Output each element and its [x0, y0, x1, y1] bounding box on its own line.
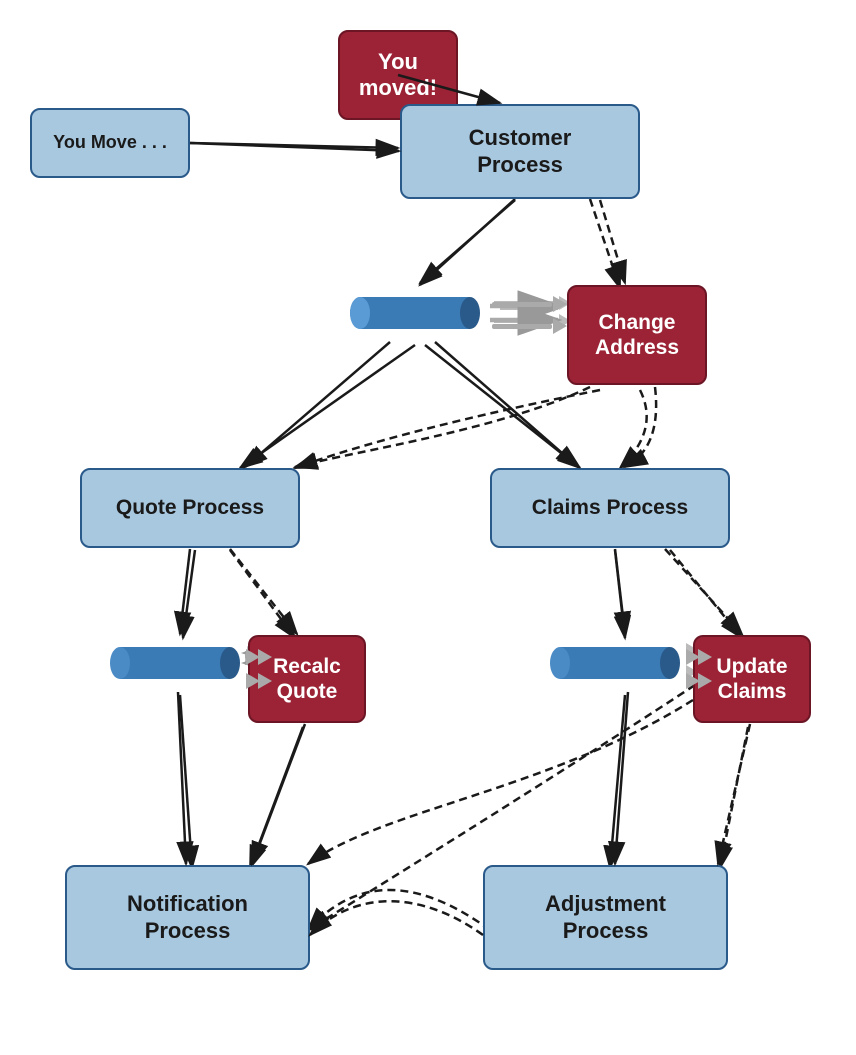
adjustment-process-label: AdjustmentProcess [545, 891, 666, 944]
change-address-box: ChangeAddress [567, 285, 707, 385]
gray-arrows-cyl1 [492, 296, 567, 334]
customer-process-box: CustomerProcess [400, 104, 640, 199]
cylinder-1 [350, 285, 480, 340]
update-claims-label: UpdateClaims [716, 654, 787, 704]
claims-process-box: Claims Process [490, 468, 730, 548]
diagram: You moved! You Move . . . CustomerProces… [0, 0, 856, 1055]
gray-arrows-cyl2 [245, 649, 272, 689]
gray-arrows-cyl3 [685, 649, 712, 689]
cylinder-3 [550, 635, 680, 690]
recalc-quote-label: RecalcQuote [273, 654, 341, 704]
cylinder-2 [110, 635, 240, 690]
you-moved-label: You moved! [340, 49, 456, 102]
claims-process-label: Claims Process [532, 495, 688, 520]
customer-process-label: CustomerProcess [469, 125, 572, 178]
change-address-label: ChangeAddress [595, 310, 679, 360]
quote-process-box: Quote Process [80, 468, 300, 548]
notification-process-label: NotificationProcess [127, 891, 248, 944]
you-move-box: You Move . . . [30, 108, 190, 178]
you-move-label: You Move . . . [53, 132, 167, 154]
quote-process-label: Quote Process [116, 495, 264, 520]
adjustment-process-box: AdjustmentProcess [483, 865, 728, 970]
notification-process-box: NotificationProcess [65, 865, 310, 970]
